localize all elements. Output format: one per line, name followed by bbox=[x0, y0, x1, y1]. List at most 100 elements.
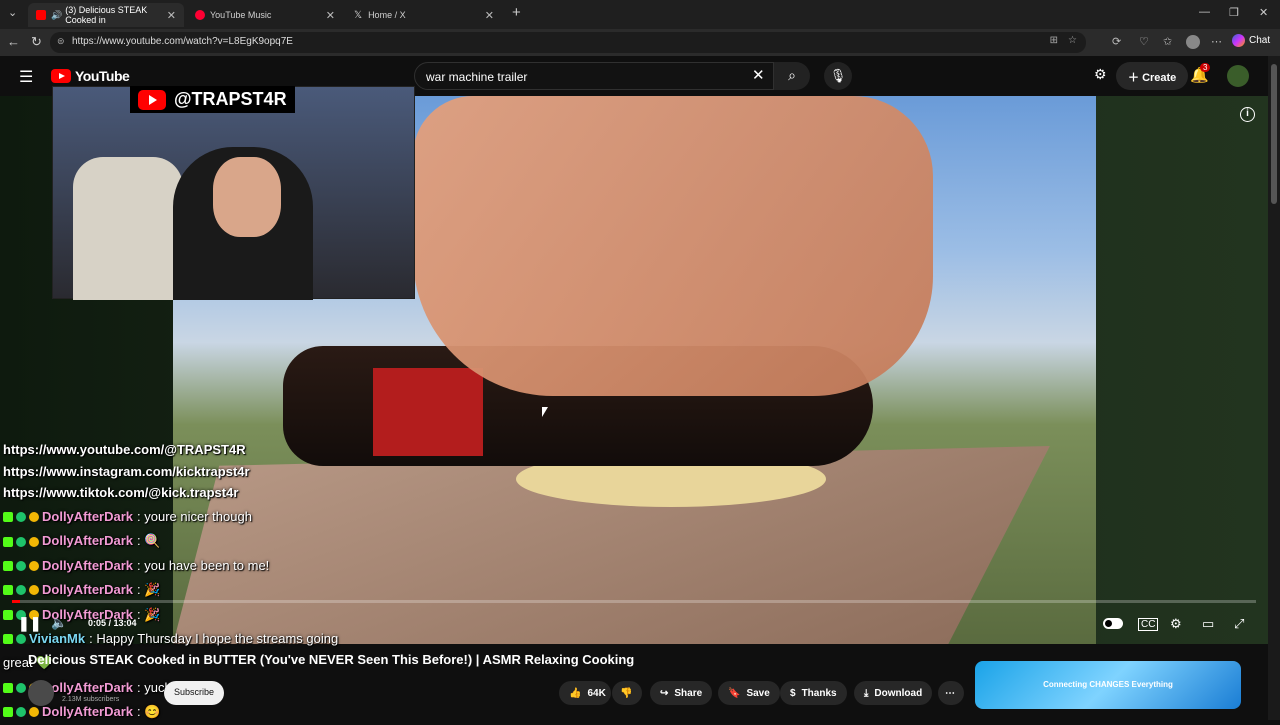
search-button[interactable]: ⌕ bbox=[774, 62, 810, 90]
tab-label: YouTube Music bbox=[210, 10, 272, 20]
logo-text: YouTube bbox=[75, 68, 130, 84]
more-menu-icon[interactable]: ⋯ bbox=[1211, 35, 1222, 48]
streamer-handle-tag: @TRAPST4R bbox=[130, 86, 295, 113]
progress-fill bbox=[12, 600, 20, 603]
chat-message: DollyAfterDark: you have been to me! bbox=[3, 554, 338, 578]
copilot-icon bbox=[1232, 34, 1245, 47]
page-scrollbar[interactable] bbox=[1268, 56, 1280, 720]
youtube-link: https://www.youtube.com/@TRAPST4R bbox=[3, 442, 246, 457]
youtube-music-favicon-icon bbox=[195, 10, 205, 20]
dislike-button[interactable]: 👎 bbox=[612, 681, 642, 705]
scrollbar-thumb[interactable] bbox=[1271, 64, 1277, 204]
settings-gear-icon[interactable]: ⚙ bbox=[1170, 616, 1182, 632]
chat-username: DollyAfterDark bbox=[42, 582, 134, 598]
verified-badge-icon bbox=[16, 536, 26, 547]
voice-search-button[interactable]: 🎙 bbox=[824, 62, 852, 90]
handle-text: @TRAPST4R bbox=[174, 89, 287, 109]
favorite-star-icon[interactable]: ☆ bbox=[1068, 35, 1077, 46]
chat-label: Chat bbox=[1249, 35, 1271, 46]
youtube-logo[interactable]: YouTube bbox=[51, 68, 130, 84]
tab-youtube-music[interactable]: YouTube Music ✕ bbox=[187, 3, 343, 27]
verified-badge-icon bbox=[16, 634, 26, 645]
hand-shape bbox=[413, 96, 933, 396]
like-count: 64K bbox=[587, 687, 606, 699]
chat-message: DollyAfterDark: 🍭 bbox=[3, 529, 338, 553]
social-links-overlay: https://www.youtube.com/@TRAPST4R https:… bbox=[3, 439, 250, 504]
share-label: Share bbox=[674, 687, 703, 699]
time-display: 0:05 / 13:04 bbox=[88, 618, 137, 628]
thanks-label: Thanks bbox=[801, 687, 837, 699]
verified-badge-icon bbox=[16, 585, 26, 596]
volume-icon[interactable]: 🔈 bbox=[51, 615, 67, 631]
kick-badge-icon bbox=[3, 683, 13, 694]
close-window-icon[interactable]: ✕ bbox=[1259, 6, 1268, 19]
tab-list-chevron-icon[interactable]: ⌄ bbox=[8, 6, 17, 19]
close-tab-icon[interactable]: ✕ bbox=[167, 9, 176, 22]
more-actions-button[interactable]: ⋯ bbox=[938, 681, 964, 705]
close-tab-icon[interactable]: ✕ bbox=[326, 9, 335, 22]
apps-icon[interactable]: ⊞ bbox=[1050, 35, 1058, 46]
chat-username: DollyAfterDark bbox=[42, 704, 134, 720]
chat-username: DollyAfterDark bbox=[42, 557, 134, 573]
tiktok-link: https://www.tiktok.com/@kick.trapst4r bbox=[3, 485, 239, 500]
tab-youtube-video[interactable]: 🔊 (3) Delicious STEAK Cooked in ✕ bbox=[28, 3, 184, 27]
search-value: war machine trailer bbox=[426, 70, 528, 84]
chat-text: : 🎉 bbox=[137, 582, 161, 598]
share-button[interactable]: ↪ Share bbox=[650, 681, 713, 705]
gift-badge-icon bbox=[29, 536, 39, 547]
close-tab-icon[interactable]: ✕ bbox=[485, 9, 494, 22]
verified-badge-icon bbox=[16, 512, 26, 523]
site-info-icon[interactable]: ⊜ bbox=[57, 36, 65, 47]
speaker-icon[interactable]: 🔊 bbox=[51, 10, 62, 21]
kick-badge-icon bbox=[3, 561, 13, 572]
tab-x-home[interactable]: 𝕏 Home / X ✕ bbox=[346, 3, 502, 27]
video-title: Delicious STEAK Cooked in BUTTER (You've… bbox=[28, 652, 635, 667]
chat-username: DollyAfterDark bbox=[42, 509, 134, 524]
menu-icon[interactable]: ☰ bbox=[19, 67, 33, 87]
clear-search-icon[interactable]: ✕ bbox=[752, 66, 765, 84]
extension-icon[interactable]: ⟳ bbox=[1112, 35, 1121, 48]
download-button[interactable]: ⤓ Download bbox=[854, 681, 933, 705]
restore-icon[interactable]: ❐ bbox=[1229, 6, 1239, 19]
browser-essentials-icon[interactable]: ♡ bbox=[1139, 35, 1149, 48]
fullscreen-icon[interactable]: ⤢ bbox=[1234, 616, 1244, 632]
search-input[interactable]: war machine trailer bbox=[414, 62, 774, 90]
profile-avatar-icon[interactable] bbox=[1186, 35, 1200, 49]
captions-icon[interactable]: CC bbox=[1138, 618, 1159, 631]
back-icon[interactable]: ← bbox=[7, 34, 20, 49]
x-favicon-icon: 𝕏 bbox=[354, 9, 363, 21]
subscriber-count: 2.13M subscribers bbox=[62, 696, 120, 703]
microphone-icon: 🎙 bbox=[829, 68, 847, 83]
gift-badge-icon bbox=[29, 512, 39, 523]
copilot-chat-button[interactable]: Chat bbox=[1232, 34, 1270, 47]
thumbs-up-icon: 👍 bbox=[569, 687, 582, 699]
save-button[interactable]: 🔖 Save bbox=[718, 681, 780, 705]
gift-badge-icon bbox=[29, 585, 39, 596]
url-field[interactable]: ⊜ https://www.youtube.com/watch?v=L8EgK9… bbox=[50, 32, 1086, 53]
new-tab-icon[interactable]: + bbox=[512, 4, 521, 21]
minimize-icon[interactable]: — bbox=[1199, 6, 1210, 18]
cast-icon[interactable]: ⚙ bbox=[1094, 66, 1107, 83]
subscribe-button[interactable]: Subscribe bbox=[164, 681, 225, 705]
channel-avatar[interactable] bbox=[28, 680, 54, 706]
account-avatar[interactable] bbox=[1227, 65, 1249, 87]
browser-tab-bar: ⌄ 🔊 (3) Delicious STEAK Cooked in ✕ YouT… bbox=[0, 0, 1280, 29]
theater-mode-icon[interactable]: ▭ bbox=[1202, 616, 1214, 632]
kick-badge-icon bbox=[3, 609, 13, 620]
info-icon[interactable]: i bbox=[1240, 107, 1255, 122]
favorites-icon[interactable]: ✩ bbox=[1163, 35, 1172, 48]
progress-bar[interactable] bbox=[12, 600, 1256, 603]
video-title-row: DeDelicious STEAK Cooked in BUTTER (You'… bbox=[3, 652, 634, 667]
pause-icon[interactable]: ❚❚ bbox=[18, 615, 41, 632]
refresh-icon[interactable]: ↻ bbox=[31, 34, 42, 50]
thanks-button[interactable]: $ Thanks bbox=[780, 681, 847, 705]
create-button[interactable]: ＋ Create bbox=[1116, 62, 1189, 90]
kick-badge-icon bbox=[3, 634, 13, 645]
chat-message: DollyAfterDark: 🎉 bbox=[3, 578, 338, 602]
bottle-label bbox=[373, 368, 483, 456]
chat-text: : 🎉 bbox=[137, 606, 161, 622]
sidebar-ad-banner[interactable]: Connecting CHANGES Everything bbox=[975, 661, 1241, 709]
autoplay-toggle[interactable] bbox=[1103, 618, 1123, 629]
chat-message: DollyAfterDark: youre nicer though bbox=[3, 505, 338, 529]
like-button[interactable]: 👍 64K bbox=[559, 681, 611, 705]
